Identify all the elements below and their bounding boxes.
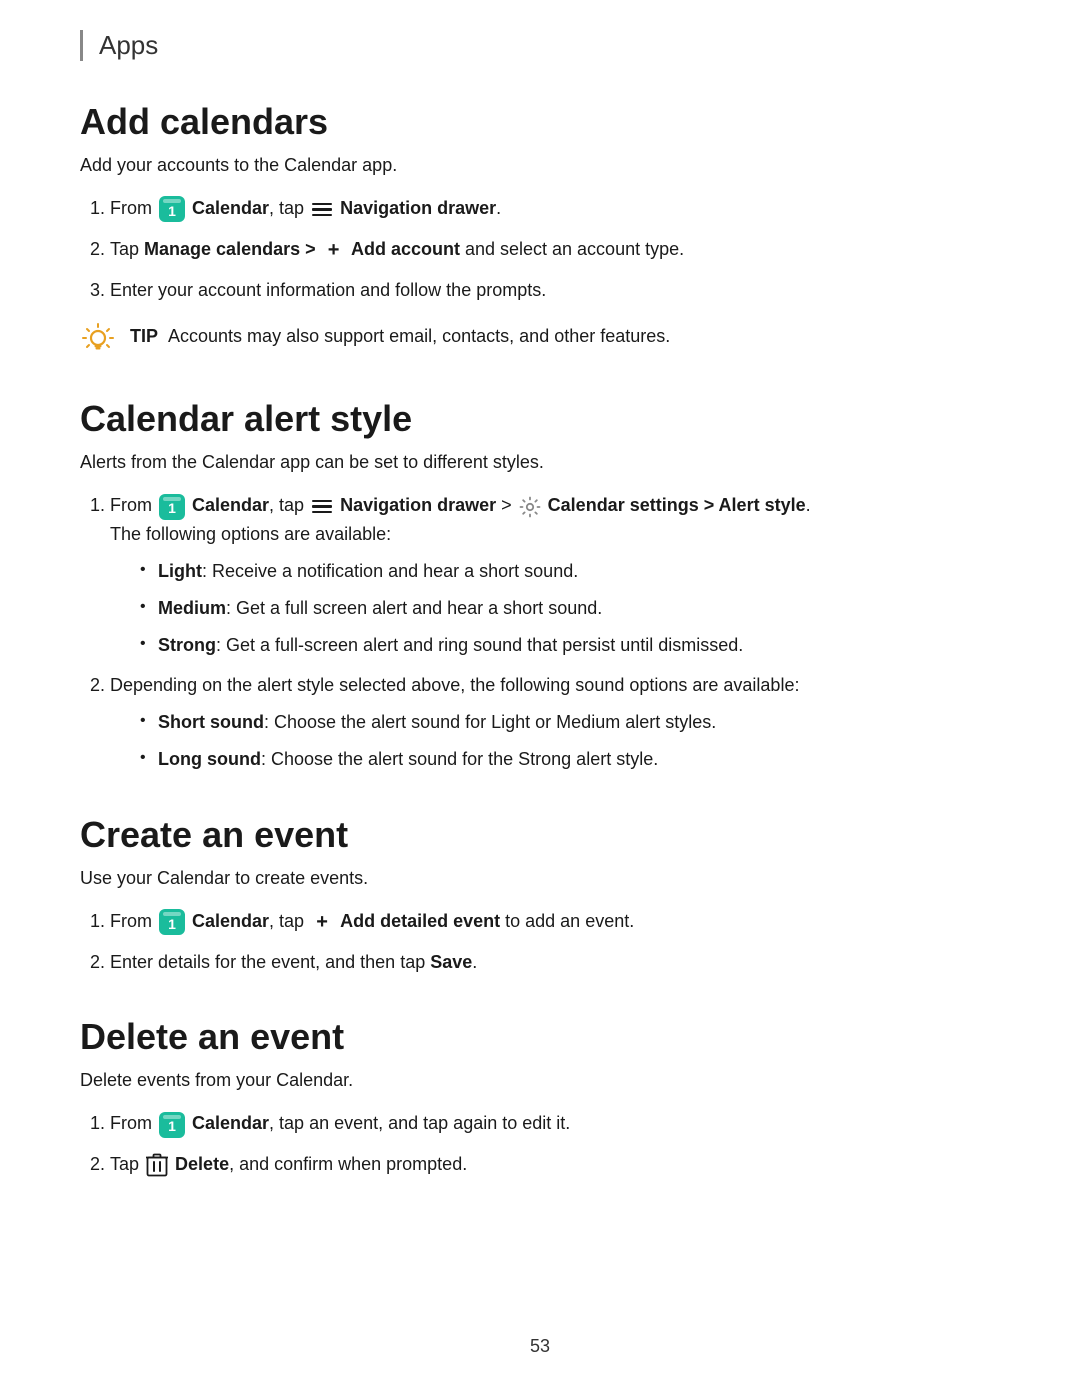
list-item: Enter details for the event, and then ta…	[110, 948, 1000, 977]
steps-calendar-alert-style: From 1 Calendar, tap Navigation drawer >…	[80, 491, 1000, 773]
tip-box: TIP Accounts may also support email, con…	[80, 322, 1000, 358]
nav-drawer-icon	[312, 201, 332, 217]
tip-lightbulb-icon	[80, 322, 116, 358]
list-item: Long sound: Choose the alert sound for t…	[140, 745, 1000, 774]
calendar-icon: 1	[159, 909, 185, 935]
gear-icon	[519, 496, 541, 518]
section-heading-add-calendars: Add calendars	[80, 101, 1000, 143]
section-heading-delete-an-event: Delete an event	[80, 1016, 1000, 1058]
plus-icon: +	[323, 239, 345, 261]
list-item: Medium: Get a full screen alert and hear…	[140, 594, 1000, 623]
list-item: Light: Receive a notification and hear a…	[140, 557, 1000, 586]
list-item: Enter your account information and follo…	[110, 276, 1000, 305]
section-heading-create-an-event: Create an event	[80, 814, 1000, 856]
steps-delete-an-event: From 1 Calendar, tap an event, and tap a…	[80, 1109, 1000, 1179]
trash-icon	[146, 1152, 168, 1178]
list-item: From 1 Calendar, tap + Add detailed even…	[110, 907, 1000, 936]
calendar-icon: 1	[159, 196, 185, 222]
section-calendar-alert-style: Calendar alert style Alerts from the Cal…	[80, 398, 1000, 773]
header-title: Apps	[99, 30, 158, 61]
section-delete-an-event: Delete an event Delete events from your …	[80, 1016, 1000, 1179]
section-intro-delete-an-event: Delete events from your Calendar.	[80, 1070, 1000, 1091]
alert-style-bullets: Light: Receive a notification and hear a…	[110, 557, 1000, 659]
list-item: Short sound: Choose the alert sound for …	[140, 708, 1000, 737]
list-item: Tap Manage calendars > + Add account and…	[110, 235, 1000, 264]
section-heading-calendar-alert-style: Calendar alert style	[80, 398, 1000, 440]
list-item: Depending on the alert style selected ab…	[110, 671, 1000, 773]
steps-add-calendars: From 1 Calendar, tap Navigation drawer. …	[80, 194, 1000, 304]
calendar-icon: 1	[159, 1112, 185, 1138]
section-intro-add-calendars: Add your accounts to the Calendar app.	[80, 155, 1000, 176]
list-item: Tap Delete, and confirm when prompted.	[110, 1150, 1000, 1179]
page-container: Apps Add calendars Add your accounts to …	[0, 0, 1080, 1273]
plus-icon: +	[311, 911, 333, 933]
list-item: From 1 Calendar, tap Navigation drawer.	[110, 194, 1000, 223]
section-intro-calendar-alert-style: Alerts from the Calendar app can be set …	[80, 452, 1000, 473]
nav-drawer-icon	[312, 499, 332, 515]
tip-label: TIP	[130, 326, 158, 346]
list-item: From 1 Calendar, tap an event, and tap a…	[110, 1109, 1000, 1138]
list-item: From 1 Calendar, tap Navigation drawer >…	[110, 491, 1000, 659]
header-bar: Apps	[80, 30, 1000, 61]
calendar-icon: 1	[159, 494, 185, 520]
list-item: Strong: Get a full-screen alert and ring…	[140, 631, 1000, 660]
section-create-an-event: Create an event Use your Calendar to cre…	[80, 814, 1000, 977]
steps-create-an-event: From 1 Calendar, tap + Add detailed even…	[80, 907, 1000, 977]
tip-text: TIP Accounts may also support email, con…	[130, 322, 670, 351]
section-add-calendars: Add calendars Add your accounts to the C…	[80, 101, 1000, 358]
page-number: 53	[530, 1336, 550, 1357]
sound-options-bullets: Short sound: Choose the alert sound for …	[110, 708, 1000, 774]
section-intro-create-an-event: Use your Calendar to create events.	[80, 868, 1000, 889]
